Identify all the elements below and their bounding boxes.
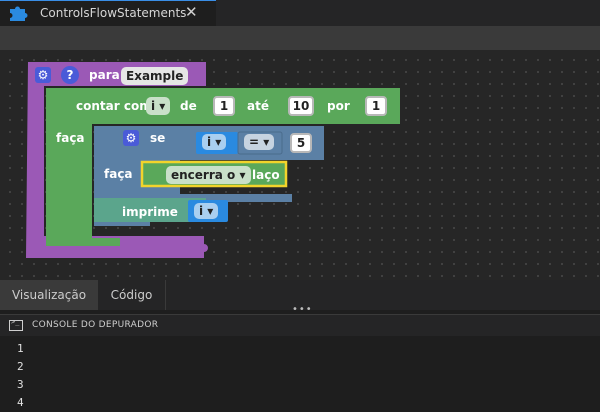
console-title: CONSOLE DO DEPURADOR bbox=[32, 320, 159, 330]
toolbar bbox=[0, 26, 600, 50]
to-label: até bbox=[247, 99, 269, 113]
from-label: de bbox=[180, 99, 197, 113]
from-input[interactable]: 1 bbox=[213, 96, 235, 116]
if-var-dropdown[interactable]: i ▾ bbox=[202, 134, 227, 150]
print-var-dropdown[interactable]: i ▾ bbox=[194, 203, 219, 219]
loop-do-label: faça bbox=[56, 131, 85, 145]
compare-value-input[interactable]: 5 bbox=[290, 133, 312, 153]
puzzle-icon bbox=[6, 6, 32, 26]
console-output: 1 2 3 4 bbox=[0, 336, 600, 412]
editor-tab-bar: ControlsFlowStatements ✕ bbox=[0, 0, 600, 26]
break-suffix: laço bbox=[252, 168, 280, 182]
terminal-icon bbox=[9, 318, 23, 331]
file-tab[interactable]: ControlsFlowStatements ✕ bbox=[0, 0, 216, 26]
count-var-dropdown[interactable]: i ▾ bbox=[146, 97, 171, 115]
by-label: por bbox=[327, 99, 350, 113]
gear-icon[interactable]: ⚙ bbox=[123, 130, 139, 146]
operator-dropdown[interactable]: = ▾ bbox=[244, 134, 275, 150]
close-icon[interactable]: ✕ bbox=[185, 3, 198, 21]
block-shapes bbox=[26, 62, 400, 258]
blocks-workspace[interactable]: ⚙ ? para Example contar com i ▾ de 1 até… bbox=[0, 50, 600, 280]
to-input[interactable]: 10 bbox=[288, 96, 314, 116]
gear-icon[interactable]: ⚙ bbox=[35, 67, 51, 83]
console-line: 2 bbox=[17, 360, 24, 373]
console-header: CONSOLE DO DEPURADOR bbox=[0, 314, 600, 336]
by-input[interactable]: 1 bbox=[365, 96, 387, 116]
tab-visualization[interactable]: Visualização bbox=[0, 280, 98, 310]
if-do-label: faça bbox=[104, 167, 133, 181]
print-label: imprime bbox=[122, 205, 178, 219]
console-line: 3 bbox=[17, 378, 24, 391]
tab-code[interactable]: Código bbox=[98, 280, 166, 310]
break-dropdown[interactable]: encerra o ▾ bbox=[166, 166, 251, 184]
if-label: se bbox=[150, 131, 166, 145]
console-line: 4 bbox=[17, 396, 24, 409]
help-icon[interactable]: ? bbox=[61, 66, 79, 84]
file-tab-title: ControlsFlowStatements bbox=[40, 6, 187, 20]
procedure-name-field[interactable]: Example bbox=[121, 67, 189, 85]
count-label: contar com bbox=[76, 99, 152, 113]
console-line: 1 bbox=[17, 342, 24, 355]
procedure-keyword: para bbox=[89, 68, 120, 82]
